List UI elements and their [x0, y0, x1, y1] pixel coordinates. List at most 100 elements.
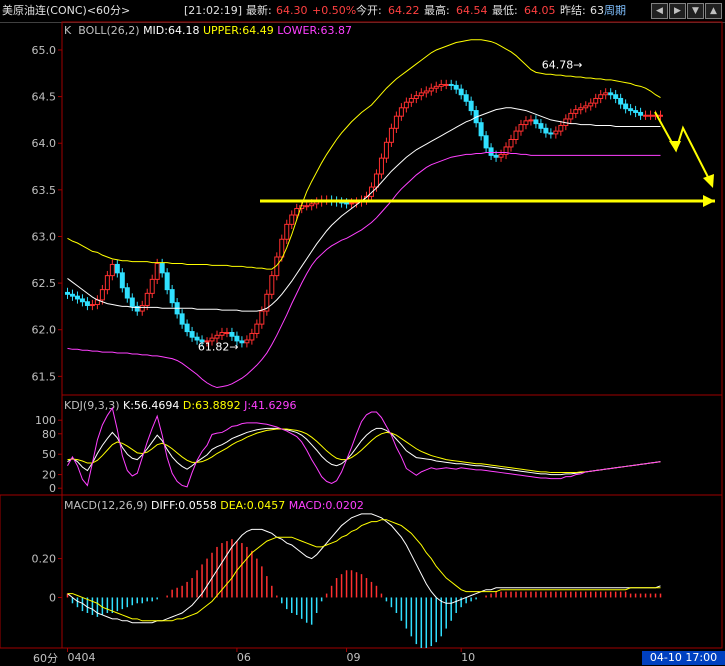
price-axis-tick-label: 65.0 [32, 44, 57, 57]
candle-body [553, 130, 559, 135]
chart-canvas[interactable]: 65.064.564.063.563.062.562.061.510080502… [0, 0, 725, 665]
candle-body [154, 263, 160, 280]
kdj-axis-tick-label: 80 [42, 428, 56, 441]
candle-body [114, 263, 120, 274]
price-annotation: 64.78→ [542, 58, 583, 71]
candle-body [184, 323, 190, 333]
candle-body [139, 304, 145, 312]
candle-body [383, 141, 389, 159]
candle-body [628, 108, 634, 112]
candle-body [219, 332, 225, 336]
candle-body [498, 153, 504, 158]
trend-arrowhead [703, 174, 714, 188]
candle-body [289, 214, 295, 225]
candle-body [64, 291, 70, 295]
candle-body [443, 83, 449, 86]
candle-body [89, 304, 95, 307]
candle-body [528, 119, 534, 122]
candle-body [458, 88, 464, 96]
candle-body [349, 202, 355, 205]
candle-body [643, 114, 649, 117]
price-axis-tick-label: 64.5 [32, 91, 57, 104]
candle-body [603, 92, 609, 96]
candle-body [413, 95, 419, 99]
candle-body [523, 120, 529, 126]
candle-body [159, 263, 165, 274]
candle-body [149, 278, 155, 294]
candle-body [533, 119, 539, 125]
candle-body [398, 107, 404, 117]
candle-body [388, 127, 394, 143]
period-label: 60分 [33, 652, 58, 665]
candle-body [124, 287, 130, 299]
candle-body [259, 310, 265, 325]
candle-body [518, 124, 524, 132]
candle-body [493, 154, 499, 158]
x-tick-label: 09 [347, 651, 361, 664]
candle-body [613, 94, 619, 99]
candle-body [109, 263, 115, 277]
candle-body [84, 301, 90, 306]
macd-axis-tick-label: 0.20 [32, 553, 57, 566]
support-arrowhead [703, 195, 715, 208]
candle-body [648, 114, 654, 117]
candle-body [393, 115, 399, 129]
candle-body [583, 105, 589, 109]
candle-body [244, 339, 250, 344]
kdj-axis-tick-label: 0 [49, 482, 56, 495]
candle-body [428, 87, 434, 92]
candle-body [79, 298, 85, 303]
candle-body [169, 289, 175, 304]
candle-body [403, 101, 409, 109]
candle-body [418, 92, 424, 97]
candle-body [224, 332, 230, 335]
candle-body [608, 92, 614, 96]
trend-arrow-line [654, 111, 713, 186]
macd-dea-line [67, 519, 661, 622]
candle-body [568, 112, 574, 120]
candle-body [229, 332, 235, 337]
x-tick-label: 0404 [67, 651, 95, 664]
candle-body [129, 297, 135, 307]
price-annotation: 61.82→ [198, 341, 239, 354]
macd-axis-tick-label: 0 [49, 591, 56, 604]
candle-body [249, 332, 255, 341]
candle-body [69, 293, 75, 297]
chart-frame [61, 21, 723, 649]
candle-body [373, 173, 379, 188]
candle-body [483, 135, 489, 149]
candle-body [468, 100, 474, 112]
candle-body [119, 272, 125, 289]
price-axis-tick-label: 62.0 [32, 324, 57, 337]
candle-body [448, 83, 454, 86]
macd-axis-box [0, 494, 63, 649]
candle-body [463, 94, 469, 102]
candle-body [488, 147, 494, 156]
candle-body [99, 289, 105, 301]
candle-body [179, 313, 185, 325]
price-axis-tick-label: 61.5 [32, 370, 57, 383]
price-axis-tick-label: 63.0 [32, 230, 57, 243]
candle-body [548, 132, 554, 135]
candle-body [543, 127, 549, 134]
candle-body [279, 238, 285, 258]
boll-upper-line [67, 39, 661, 270]
candle-body [378, 157, 384, 175]
price-axis-tick-label: 62.5 [32, 277, 57, 290]
kdj-axis-tick-label: 20 [42, 469, 56, 482]
candle-body [74, 295, 80, 300]
candle-body [538, 123, 544, 129]
macd-diff-line [67, 513, 661, 624]
candle-body [638, 111, 644, 116]
candle-body [104, 275, 110, 291]
candle-body [344, 202, 350, 205]
candle-body [623, 103, 629, 110]
kdj-axis-tick-label: 100 [35, 414, 56, 427]
candle-body [618, 97, 624, 105]
candle-body [284, 223, 290, 240]
candle-body [269, 275, 275, 295]
candle-body [558, 125, 564, 132]
current-date-box: 04-10 17:00 [642, 651, 725, 665]
candle-body [633, 110, 639, 113]
x-tick-label: 06 [237, 651, 251, 664]
